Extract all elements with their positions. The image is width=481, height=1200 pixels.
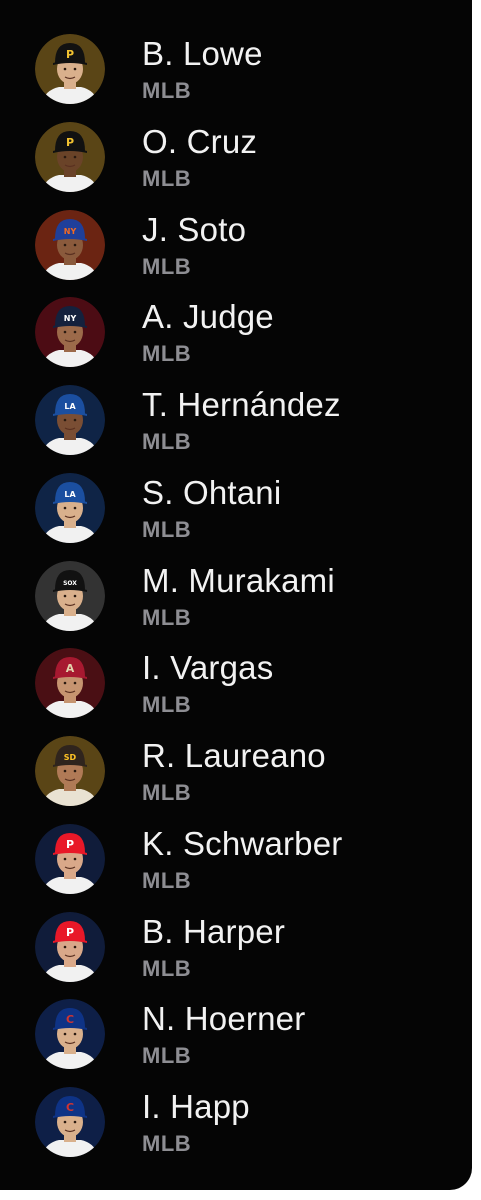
player-avatar: LA [35,472,105,543]
player-name: R. Laureano [142,737,326,774]
diamondbacks-cap-icon: A [35,648,105,719]
cap-logo: C [66,1101,74,1114]
player-league: MLB [142,604,192,630]
player-row[interactable]: SOX M. Murakami MLB [0,559,472,647]
cap-logo: LA [64,490,76,499]
player-row[interactable]: NY A. Judge MLB [0,295,472,383]
player-row[interactable]: C I. Happ MLB [0,1085,472,1173]
cap-logo: A [66,662,75,675]
player-name: I. Vargas [142,649,274,687]
player-league: MLB [142,165,192,191]
player-league: MLB [142,78,192,103]
player-name: K. Schwarber [142,824,343,862]
player-name: I. Happ [142,1088,250,1125]
player-name: B. Harper [142,912,286,950]
cap-logo: C [66,1013,74,1026]
player-league: MLB [142,253,192,279]
player-league: MLB [142,955,192,981]
player-avatar: NY [35,209,105,280]
cubs-cap-icon: C [35,999,105,1070]
player-row[interactable]: C N. Hoerner MLB [0,997,472,1085]
cap-logo: NY [64,227,77,236]
cap-logo: P [66,48,74,61]
player-league: MLB [142,516,192,542]
padres-cap-icon: SD [35,736,105,806]
player-row[interactable]: SD R. Laureano MLB [0,734,472,822]
player-avatar: P [35,121,105,192]
phillies-cap-icon: P [35,823,105,894]
player-name: T. Hernández [142,386,341,423]
player-avatar: NY [35,297,105,368]
cap-logo: P [66,838,74,851]
player-avatar: P [35,911,105,982]
player-row[interactable]: P K. Schwarber MLB [0,822,472,910]
player-avatar: P [35,823,105,894]
player-name: A. Judge [142,298,274,336]
player-avatar: LA [35,385,105,455]
player-list-panel: P B. Lowe MLB P O. Cruz MLB NY J. Soto MLB NY A. J… [0,0,472,1190]
white-sox-cap-icon: SOX [35,560,105,631]
pirates-cap-icon: P [35,34,105,104]
player-avatar: SD [35,736,105,806]
player-league: MLB [142,692,192,718]
player-league: MLB [142,429,192,454]
player-league: MLB [142,780,192,805]
cap-logo: SOX [63,580,77,587]
player-name: S. Ohtani [142,473,282,511]
cap-logo: LA [64,402,76,411]
player-name: M. Murakami [142,561,335,599]
dodgers-cap-icon: LA [35,472,105,543]
yankees-cap-icon: NY [35,297,105,368]
player-row[interactable]: NY J. Soto MLB [0,208,472,296]
cap-logo: NY [64,314,77,323]
player-league: MLB [142,1131,192,1156]
player-row[interactable]: P B. Lowe MLB [0,32,472,120]
cap-logo: P [66,926,74,939]
phillies-cap-icon: P [35,911,105,982]
player-avatar: SOX [35,560,105,631]
player-list: P B. Lowe MLB P O. Cruz MLB NY J. Soto MLB NY A. J… [0,32,472,1173]
pirates-cap-icon: P [35,121,105,192]
dodgers-cap-icon: LA [35,385,105,455]
cap-logo: P [66,136,74,149]
player-row[interactable]: A I. Vargas MLB [0,646,472,734]
player-league: MLB [142,341,192,367]
player-avatar: C [35,1087,105,1157]
player-avatar: C [35,999,105,1070]
player-name: J. Soto [142,210,247,248]
mets-cap-icon: NY [35,209,105,280]
player-name: N. Hoerner [142,1000,306,1038]
cap-logo: SD [64,753,77,762]
player-row[interactable]: P B. Harper MLB [0,910,472,998]
player-name: B. Lowe [142,35,263,72]
player-league: MLB [142,867,192,893]
player-name: O. Cruz [142,122,258,160]
player-avatar: A [35,648,105,719]
player-row[interactable]: LA S. Ohtani MLB [0,471,472,559]
player-row[interactable]: LA T. Hernández MLB [0,383,472,471]
player-row[interactable]: P O. Cruz MLB [0,120,472,208]
cubs-cap-icon: C [35,1087,105,1157]
player-avatar: P [35,34,105,104]
player-league: MLB [142,1043,192,1069]
